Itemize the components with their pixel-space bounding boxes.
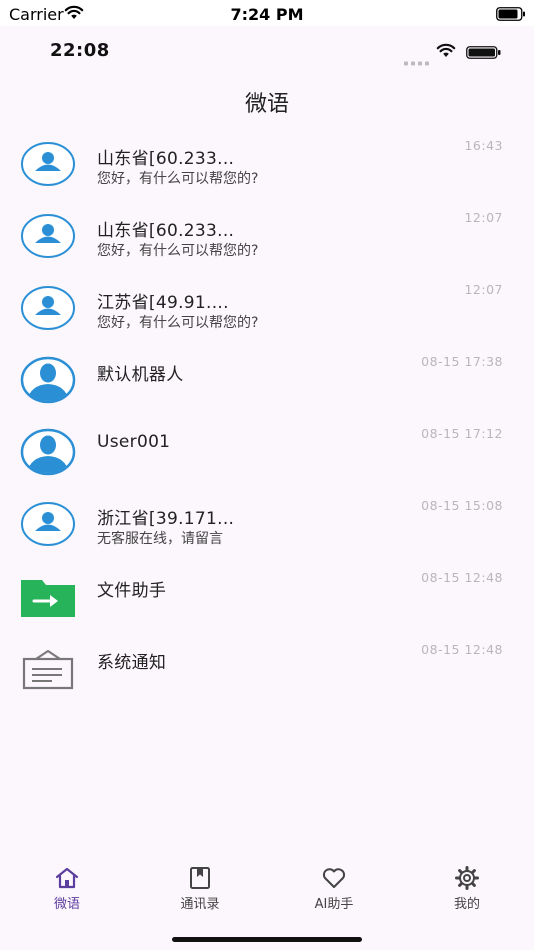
chat-name: 默认机器人 [97,365,184,385]
chat-time: 12:07 [464,282,503,297]
chat-item[interactable]: 江苏省[49.91.... 您好，有什么可以帮您的? 12:07 [0,272,534,344]
signal-dots-icon [404,51,430,70]
chat-name: User001 [97,432,171,452]
chat-time: 08-15 17:38 [421,354,503,369]
tab-weiyu[interactable]: 微语 [17,862,117,914]
user-circle-icon [20,282,76,334]
user-circle-icon [20,498,76,550]
app-status-bar: 22:08 [0,26,534,76]
chat-time: 16:43 [464,138,503,153]
chat-time: 08-15 12:48 [421,642,503,657]
chat-item[interactable]: 默认机器人 08-15 17:38 [0,344,534,416]
chat-name: 山东省[60.233... [97,149,235,169]
battery-icon [496,6,526,25]
user-circle-icon [20,210,76,262]
chat-item[interactable]: 文件助手 08-15 12:48 [0,560,534,632]
tab-mine[interactable]: 我的 [417,862,517,914]
tab-contacts[interactable]: 通讯录 [150,862,250,914]
chat-item[interactable]: 浙江省[39.171... 无客服在线，请留言 08-15 15:08 [0,488,534,560]
app-battery-icon [466,44,502,63]
app-wifi-icon [436,42,456,62]
tab-label: 通讯录 [180,897,220,912]
user-silhouette-icon [20,354,76,406]
chat-list: 山东省[60.233... 您好，有什么可以帮您的? 16:43 山东省[60.… [0,128,534,704]
heart-icon [321,865,347,891]
chat-preview: 您好，有什么可以帮您的? [97,171,259,187]
app-time: 22:08 [50,40,110,61]
chat-preview: 您好，有什么可以帮您的? [97,315,259,331]
chat-preview: 无客服在线，请留言 [97,531,223,547]
chat-time: 08-15 12:48 [421,570,503,585]
tab-ai-assistant[interactable]: AI助手 [284,862,384,914]
chat-item[interactable]: User001 08-15 17:12 [0,416,534,488]
page-title: 微语 [244,92,289,117]
home-indicator[interactable] [172,937,362,942]
chat-name: 江苏省[49.91.... [97,293,229,313]
user-silhouette-icon [20,426,76,478]
gear-icon [454,865,480,891]
tab-label: 微语 [53,897,80,912]
chat-preview: 您好，有什么可以帮您的? [97,243,259,259]
notice-board-icon [20,642,76,694]
home-icon [54,865,80,891]
chat-name: 文件助手 [97,581,167,601]
system-status-bar: Carrier 7:24 PM [0,0,534,26]
chat-name: 系统通知 [97,653,167,673]
folder-arrow-icon [20,570,76,622]
chat-time: 12:07 [464,210,503,225]
chat-name: 浙江省[39.171... [97,509,235,529]
tab-bar: 微语 通讯录 AI助手 我的 [0,862,534,922]
contacts-book-icon [187,865,213,891]
tab-label: AI助手 [314,897,354,912]
chat-name: 山东省[60.233... [97,221,235,241]
chat-item[interactable]: 山东省[60.233... 您好，有什么可以帮您的? 12:07 [0,200,534,272]
chat-time: 08-15 17:12 [421,426,503,441]
user-circle-icon [20,138,76,190]
system-time: 7:24 PM [230,5,304,24]
tab-label: 我的 [453,897,480,912]
chat-time: 08-15 15:08 [421,498,503,513]
chat-item[interactable]: 山东省[60.233... 您好，有什么可以帮您的? 16:43 [0,128,534,200]
chat-item[interactable]: 系统通知 08-15 12:48 [0,632,534,704]
